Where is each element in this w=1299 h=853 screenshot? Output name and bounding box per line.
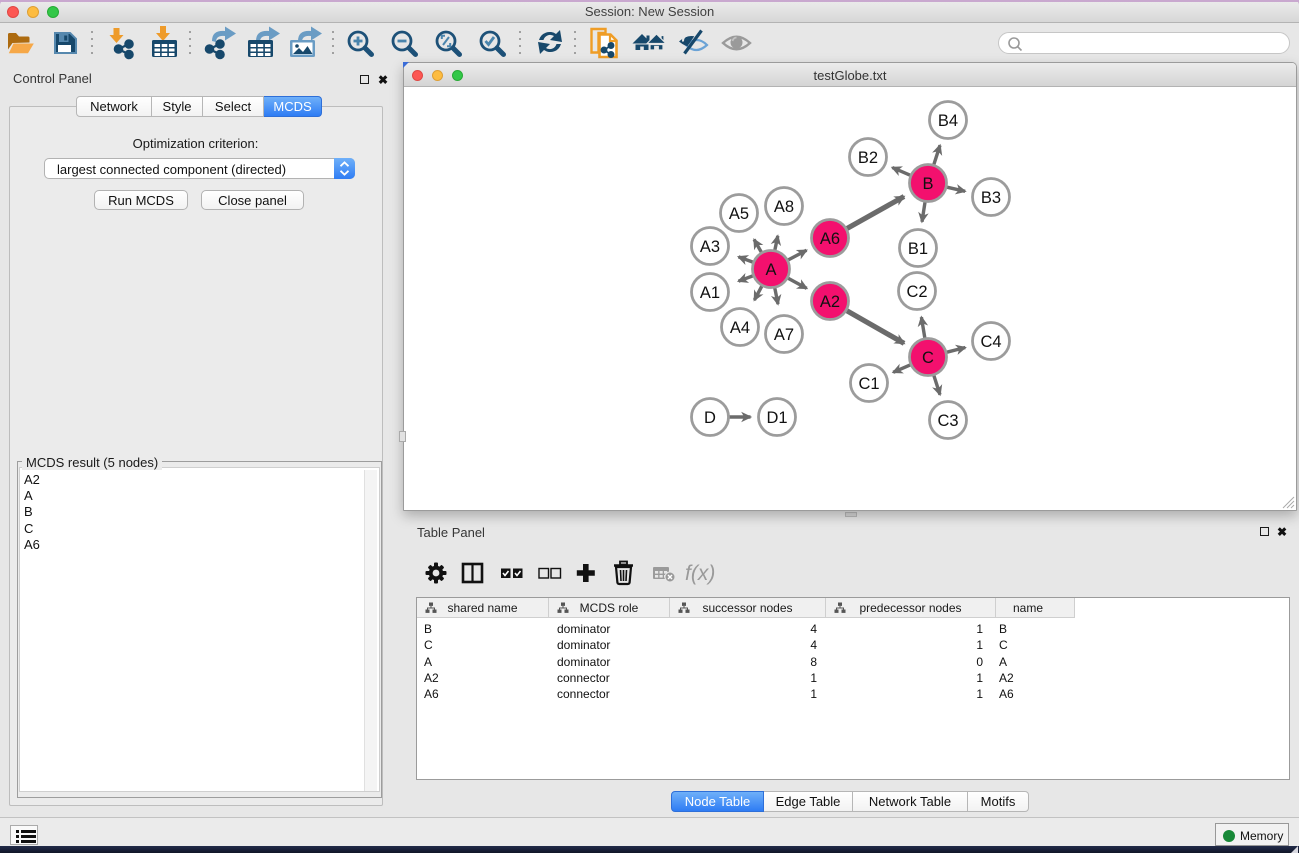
svg-text:A3: A3 <box>700 238 720 256</box>
svg-text:A4: A4 <box>730 319 750 337</box>
svg-text:B3: B3 <box>981 189 1001 207</box>
svg-text:A5: A5 <box>729 205 749 223</box>
svg-text:B2: B2 <box>858 149 878 167</box>
svg-text:f(x): f(x) <box>685 562 715 585</box>
svg-text:B: B <box>922 175 933 193</box>
svg-text:A6: A6 <box>820 230 840 248</box>
svg-text:C1: C1 <box>858 375 879 393</box>
svg-text:C3: C3 <box>937 412 958 430</box>
svg-text:D: D <box>704 409 716 427</box>
svg-text:D1: D1 <box>766 409 787 427</box>
svg-text:A8: A8 <box>774 198 794 216</box>
svg-text:B1: B1 <box>908 240 928 258</box>
svg-text:C4: C4 <box>980 333 1001 351</box>
svg-text:C: C <box>922 349 934 367</box>
svg-text:A1: A1 <box>700 284 720 302</box>
svg-text:A2: A2 <box>820 293 840 311</box>
svg-text:A7: A7 <box>774 326 794 344</box>
svg-text:B4: B4 <box>938 112 958 130</box>
svg-text:A: A <box>765 261 776 279</box>
svg-text:C2: C2 <box>906 283 927 301</box>
